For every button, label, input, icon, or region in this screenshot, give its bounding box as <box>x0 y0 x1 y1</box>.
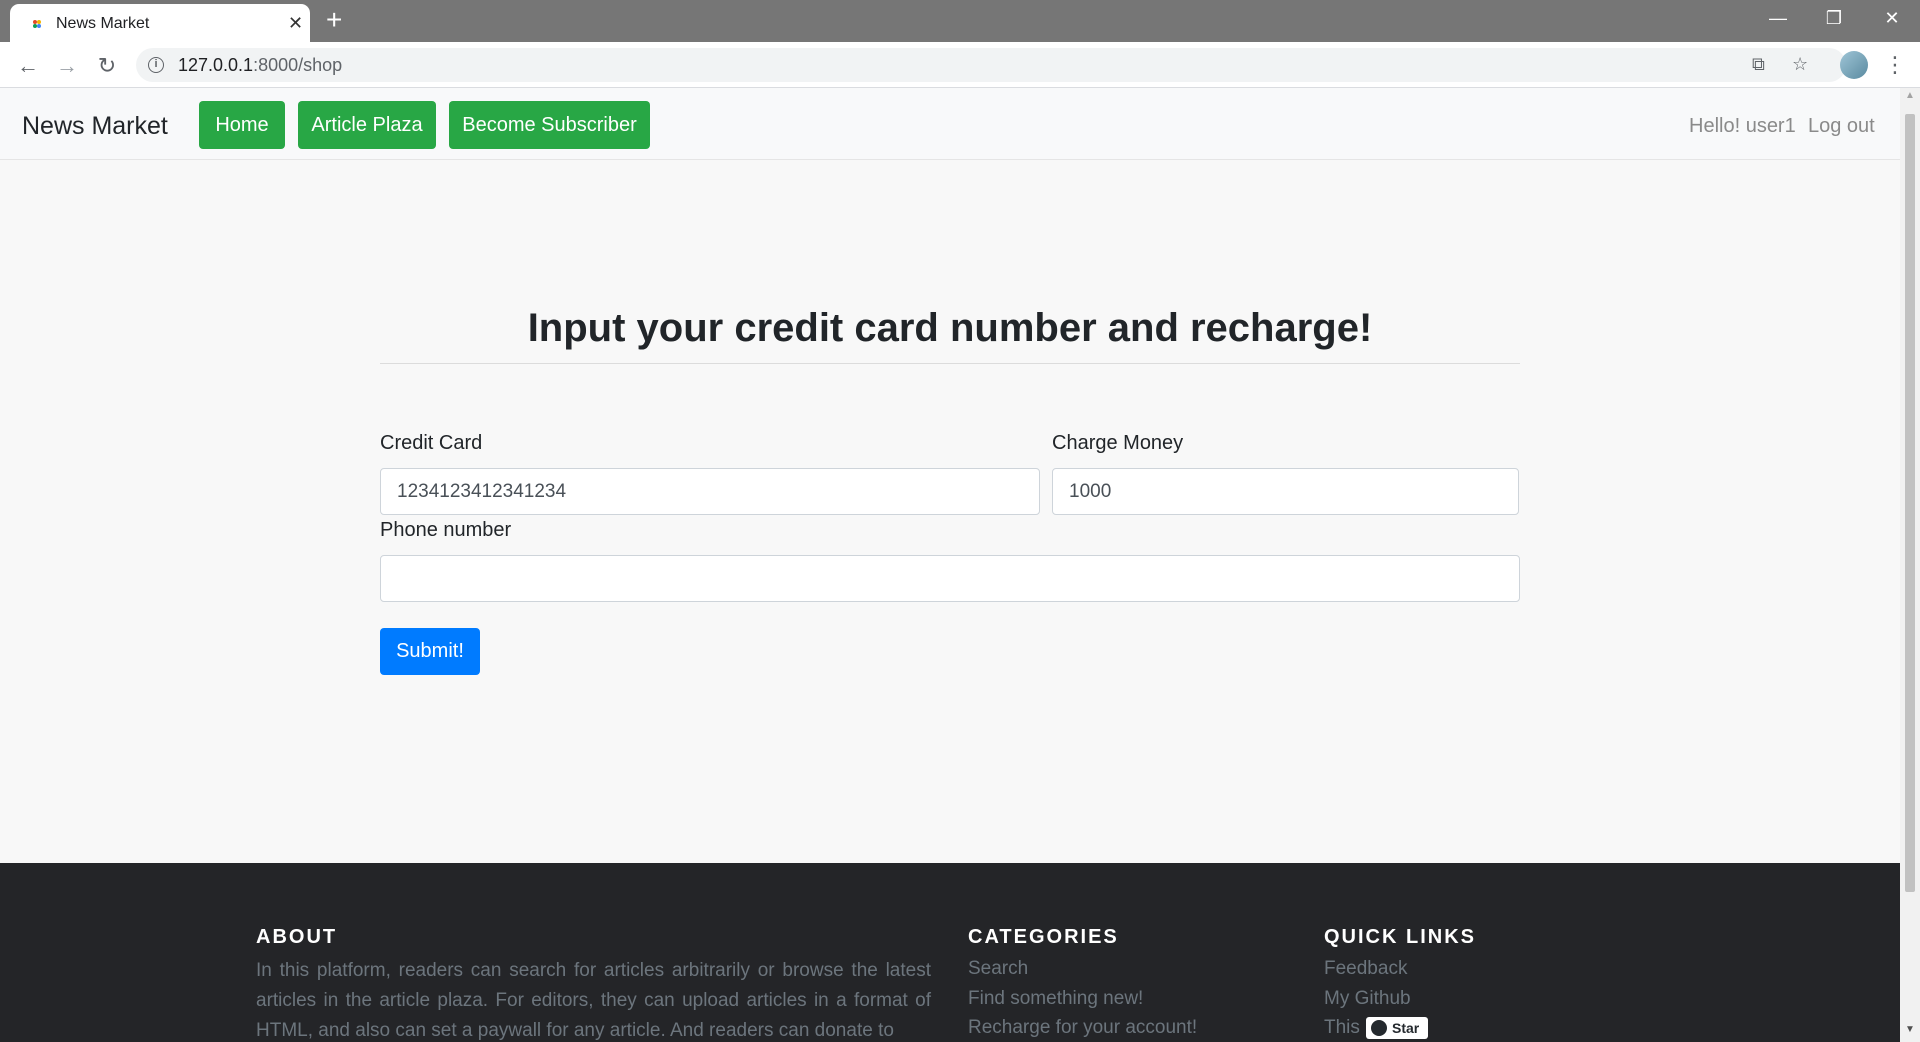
about-text: In this platform, readers can search for… <box>256 960 931 1041</box>
quick-link-this: This <box>1324 1017 1360 1038</box>
address-bar[interactable]: i 127.0.0.1:8000/shop ⧉ ☆ <box>136 48 1846 82</box>
star-label: Star <box>1392 1020 1420 1036</box>
site-info-icon[interactable]: i <box>148 57 164 73</box>
restore-button[interactable]: ❐ <box>1814 4 1854 32</box>
scroll-up-icon[interactable]: ▲ <box>1905 90 1915 101</box>
new-tab-button[interactable]: + <box>326 6 342 34</box>
scroll-down-icon[interactable]: ▼ <box>1905 1024 1915 1035</box>
about-heading: ABOUT <box>256 926 338 948</box>
github-star-button[interactable]: Star <box>1366 1017 1428 1039</box>
phone-number-label: Phone number <box>380 519 512 541</box>
logout-link[interactable]: Log out <box>1808 115 1875 138</box>
scroll-thumb[interactable] <box>1905 114 1915 892</box>
tab-title: News Market <box>56 15 150 32</box>
quick-links-heading: QUICK LINKS <box>1324 926 1476 948</box>
url-host: 127.0.0.1 <box>178 55 254 75</box>
category-link-find[interactable]: Find something new! <box>968 988 1143 1010</box>
url-path: :8000/shop <box>253 55 343 75</box>
categories-heading: CATEGORIES <box>968 926 1119 948</box>
charge-money-input[interactable] <box>1052 468 1519 515</box>
category-link-recharge[interactable]: Recharge for your account! <box>968 1017 1197 1039</box>
submit-button[interactable]: Submit! <box>380 628 480 675</box>
back-icon[interactable]: ← <box>14 52 42 80</box>
become-subscriber-button[interactable]: Become Subscriber <box>449 101 650 149</box>
translate-icon[interactable]: ⧉ <box>1752 54 1765 75</box>
reload-icon[interactable]: ↻ <box>93 52 121 80</box>
browser-menu-icon[interactable]: ⋮ <box>1884 52 1906 78</box>
favicon-icon <box>33 20 41 28</box>
browser-tab[interactable]: News Market ✕ <box>10 4 310 42</box>
bookmark-star-icon[interactable]: ☆ <box>1792 54 1808 75</box>
category-link-search[interactable]: Search <box>968 958 1028 980</box>
brand-logo[interactable]: News Market <box>22 112 168 141</box>
home-button[interactable]: Home <box>199 101 285 149</box>
forward-icon[interactable]: → <box>53 52 81 80</box>
article-plaza-button[interactable]: Article Plaza <box>298 101 436 149</box>
profile-avatar[interactable] <box>1840 51 1868 79</box>
credit-card-input[interactable] <box>380 468 1040 515</box>
title-divider <box>380 363 1520 364</box>
page-viewport: News Market Home Article Plaza Become Su… <box>0 88 1900 1042</box>
quick-link-feedback[interactable]: Feedback <box>1324 958 1407 980</box>
browser-tab-bar: News Market ✕ + — ❐ ✕ <box>0 0 1920 42</box>
charge-money-label: Charge Money <box>1052 432 1184 454</box>
user-greeting: Hello! user1 <box>1689 115 1796 137</box>
tab-close-icon[interactable]: ✕ <box>288 12 303 34</box>
url-text: 127.0.0.1:8000/shop <box>178 55 342 76</box>
quick-link-github[interactable]: My Github <box>1324 988 1411 1010</box>
site-navbar: News Market Home Article Plaza Become Su… <box>0 88 1900 160</box>
github-icon <box>1371 1020 1387 1036</box>
site-footer: ABOUT In this platform, readers can sear… <box>0 863 1900 1042</box>
phone-number-input[interactable] <box>380 555 1520 602</box>
credit-card-label: Credit Card <box>380 432 483 454</box>
window-close-button[interactable]: ✕ <box>1872 4 1912 32</box>
browser-toolbar: ← → ↻ i 127.0.0.1:8000/shop ⧉ ☆ ⋮ <box>0 42 1920 88</box>
minimize-button[interactable]: — <box>1758 4 1798 32</box>
page-title: Input your credit card number and rechar… <box>527 306 1373 350</box>
page-scrollbar[interactable]: ▲ ▼ <box>1900 88 1920 1042</box>
